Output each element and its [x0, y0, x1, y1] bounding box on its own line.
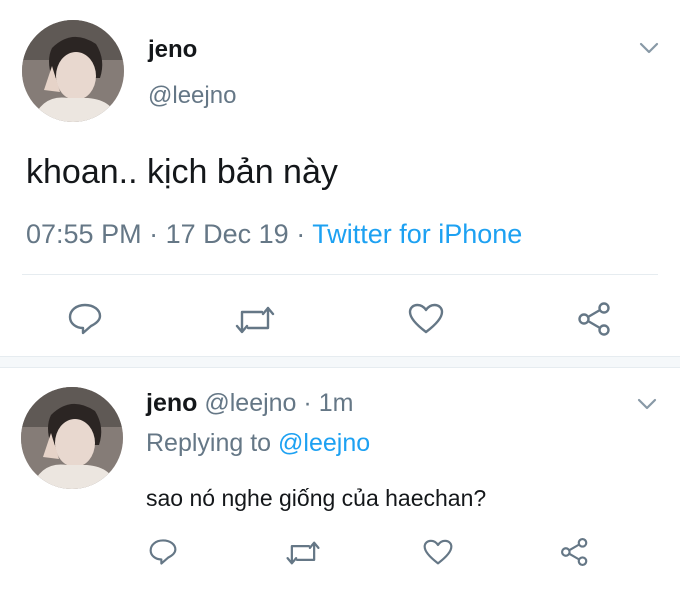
reply-icon[interactable]	[67, 302, 103, 336]
replying-to: Replying to @leejno	[146, 428, 370, 458]
display-name[interactable]: jeno	[146, 389, 197, 417]
tweet-meta: 07:55 PM · 17 Dec 19 · Twitter for iPhon…	[26, 218, 522, 250]
replying-prefix: Replying to	[146, 429, 272, 457]
retweet-icon[interactable]	[234, 304, 276, 336]
tweet-separator	[0, 356, 680, 368]
tweet-age: 1m	[318, 389, 354, 417]
tweet-time: 07:55 PM	[26, 219, 142, 249]
chevron-down-icon[interactable]	[636, 396, 658, 412]
share-icon[interactable]	[577, 301, 613, 337]
meta-separator: ·	[149, 219, 159, 249]
share-icon[interactable]	[560, 537, 590, 567]
tweet-source-link[interactable]: Twitter for iPhone	[312, 219, 522, 249]
reply-icon[interactable]	[148, 538, 178, 566]
divider	[22, 274, 658, 275]
avatar-photo	[22, 20, 124, 122]
avatar-photo	[21, 387, 123, 489]
user-handle[interactable]: @leejno	[148, 82, 236, 110]
avatar[interactable]	[21, 387, 123, 489]
chevron-down-icon[interactable]	[638, 40, 660, 56]
replying-handle-link[interactable]: @leejno	[278, 429, 370, 457]
retweet-icon[interactable]	[285, 539, 321, 567]
reply-header: jeno @leejno · 1m	[146, 388, 353, 418]
tweet-date: 17 Dec 19	[165, 219, 289, 249]
meta-separator: ·	[303, 389, 312, 417]
heart-icon[interactable]	[408, 303, 444, 335]
tweet-text: khoan.. kịch bản này	[26, 153, 338, 191]
meta-separator: ·	[296, 219, 306, 249]
reply-text: sao nó nghe giống của haechan?	[146, 485, 487, 511]
avatar[interactable]	[22, 20, 124, 122]
user-handle[interactable]: @leejno	[204, 389, 296, 417]
display-name[interactable]: jeno	[148, 36, 197, 64]
heart-icon[interactable]	[423, 539, 453, 566]
